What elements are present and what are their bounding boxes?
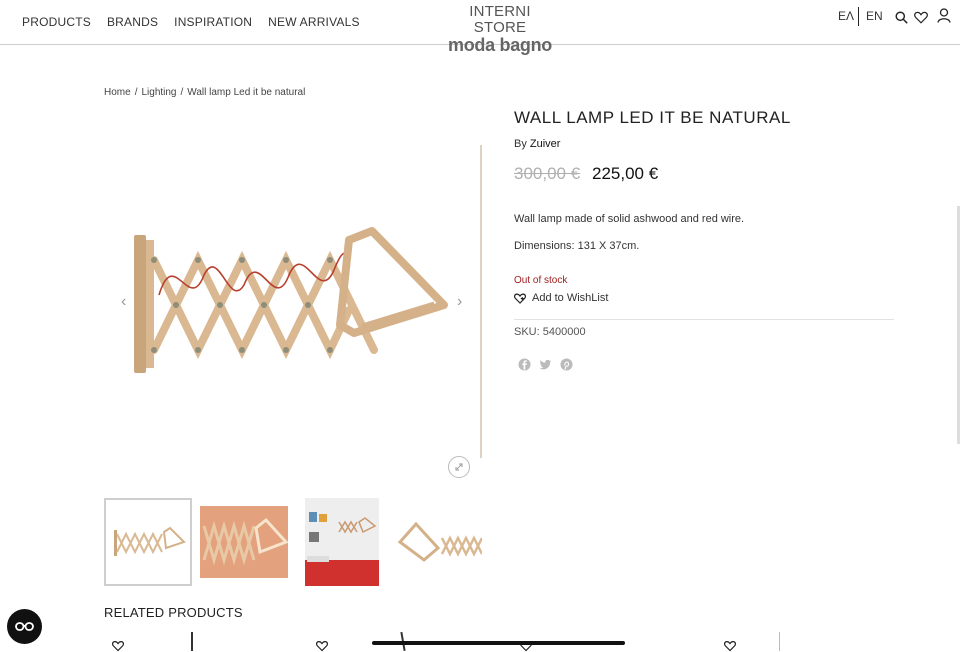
breadcrumb-separator: / [180, 87, 184, 98]
product-brand-line: By Zuiver [514, 138, 560, 150]
nav-inspiration[interactable]: INSPIRATION [174, 15, 252, 29]
thumbnail-2[interactable] [200, 498, 288, 586]
nav-brands[interactable]: BRANDS [107, 15, 158, 29]
gallery-next-arrow-icon[interactable]: › [457, 293, 462, 311]
info-divider [514, 319, 894, 320]
brand-link[interactable]: Zuiver [530, 138, 561, 150]
sale-price: 225,00 € [592, 164, 659, 183]
thumbnail-2-image [200, 506, 288, 578]
lang-el[interactable]: ΕΛ [838, 9, 854, 23]
nav-products[interactable]: PRODUCTS [22, 15, 91, 29]
add-to-wishlist-button[interactable]: Add to WishList [514, 292, 608, 304]
breadcrumb-home[interactable]: Home [104, 87, 131, 98]
related-scrollbar[interactable] [372, 641, 625, 645]
related-wishlist-icon[interactable] [316, 640, 328, 652]
heart-icon[interactable] [914, 11, 928, 24]
stock-status: Out of stock [514, 275, 568, 286]
product-description: Wall lamp made of solid ashwood and red … [514, 213, 745, 225]
share-links [518, 358, 573, 371]
thumbnail-3[interactable] [305, 498, 393, 586]
logo-line1: INTERNI STORE [469, 3, 531, 36]
facebook-icon[interactable] [518, 358, 531, 371]
store-logo[interactable]: INTERNI STORE moda bagno [444, 4, 556, 55]
zoom-arrows-icon [455, 463, 463, 471]
lang-en[interactable]: EN [866, 9, 883, 23]
user-icon[interactable] [937, 8, 951, 23]
sku-value: 5400000 [542, 326, 586, 338]
logo-line2: moda bagno [448, 35, 552, 55]
old-price: 300,00 € [514, 164, 581, 183]
thumbnail-1-image [114, 526, 186, 556]
related-product-image-edge [191, 632, 193, 651]
related-wishlist-icon[interactable] [112, 640, 124, 652]
product-sku: SKU: 5400000 [514, 326, 586, 338]
wishlist-heart-icon [514, 293, 526, 304]
search-icon[interactable] [895, 11, 908, 24]
main-nav: PRODUCTS BRANDS INSPIRATION NEW ARRIVALS [22, 15, 360, 29]
breadcrumb: Home / Lighting / Wall lamp Led it be natura… [104, 87, 305, 98]
pinterest-icon[interactable] [560, 358, 573, 371]
glasses-icon [15, 622, 34, 631]
product-main-image[interactable] [104, 145, 484, 490]
thumbnail-4-image [397, 521, 482, 562]
thumbnail-4[interactable] [394, 498, 482, 586]
wishlist-label: Add to WishList [532, 292, 609, 304]
breadcrumb-separator: / [134, 87, 138, 98]
accessibility-button[interactable] [7, 609, 42, 644]
related-wishlist-icon[interactable] [724, 640, 736, 652]
product-dimensions: Dimensions: 131 X 37cm. [514, 240, 640, 252]
sku-label: SKU: [514, 326, 540, 338]
lang-separator [858, 7, 859, 26]
thumbnail-3-image [305, 498, 379, 586]
thumbnail-1[interactable] [104, 498, 192, 586]
related-product-image-edge [779, 632, 780, 651]
twitter-icon[interactable] [539, 358, 552, 371]
product-title: WALL LAMP LED IT BE NATURAL [514, 108, 791, 127]
gallery-prev-arrow-icon[interactable]: ‹ [121, 293, 126, 311]
nav-new-arrivals[interactable]: NEW ARRIVALS [268, 15, 360, 29]
related-products-title: RELATED PRODUCTS [104, 605, 243, 620]
gallery-scroll-track [480, 145, 482, 458]
by-label: By [514, 138, 527, 150]
zoom-icon[interactable] [448, 456, 470, 478]
breadcrumb-current: Wall lamp Led it be natural [187, 87, 306, 98]
breadcrumb-lighting[interactable]: Lighting [141, 87, 176, 98]
site-header: PRODUCTS BRANDS INSPIRATION NEW ARRIVALS… [0, 0, 960, 55]
